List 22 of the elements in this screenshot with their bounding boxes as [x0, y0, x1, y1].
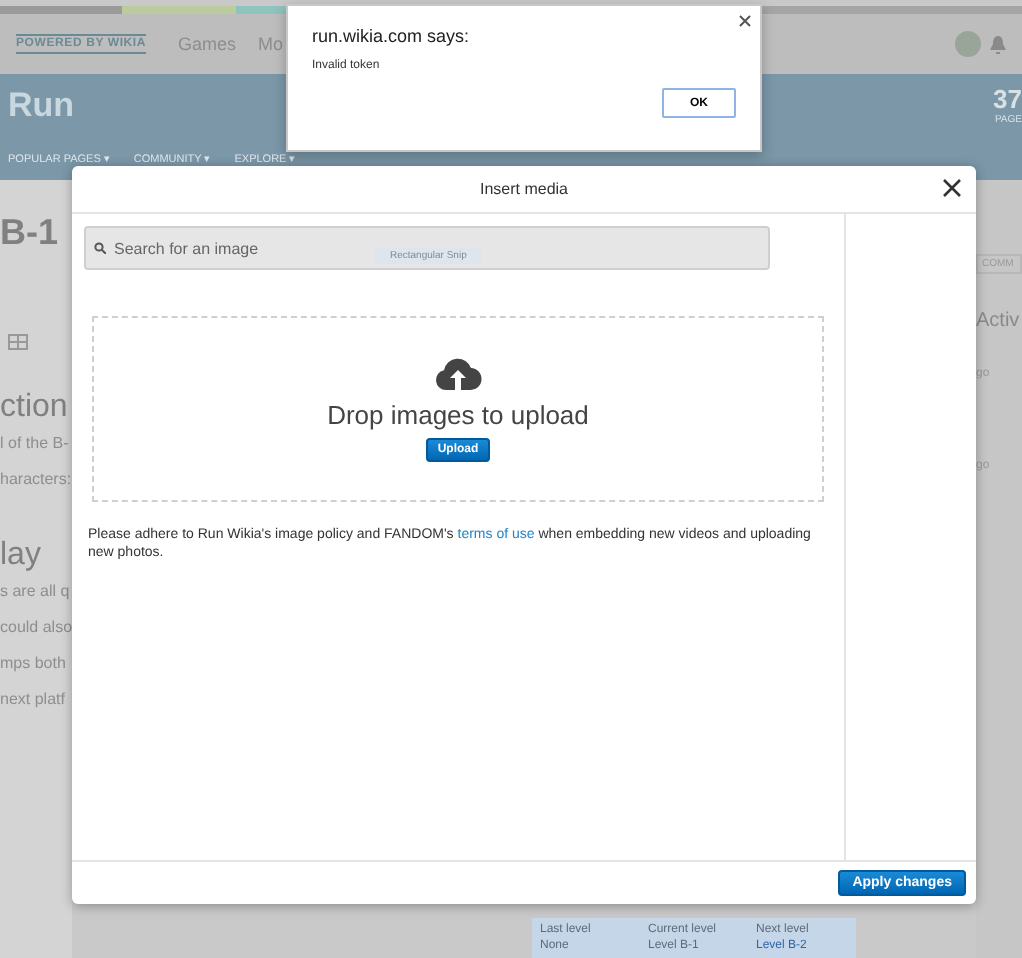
- alert-title: run.wikia.com says:: [312, 26, 472, 46]
- search-icon: [94, 242, 106, 254]
- article-text: could also: [0, 618, 72, 636]
- drop-text: Drop images to upload: [327, 400, 589, 430]
- article-text: mps both: [0, 654, 68, 672]
- article-text: l of the B-: [0, 434, 71, 452]
- close-button[interactable]: [738, 14, 752, 28]
- avatar-icon[interactable]: [954, 30, 982, 58]
- cloud-upload-icon: [434, 356, 482, 392]
- rail-heading: Activ: [976, 310, 1022, 332]
- page-count: 37: [993, 86, 1022, 114]
- article-text: haracters:: [0, 470, 72, 488]
- article-text: next platf: [0, 690, 67, 708]
- bell-icon[interactable]: [990, 35, 1006, 53]
- article-heading: lay: [0, 538, 43, 574]
- article-heading: B-1: [0, 212, 61, 254]
- table-icon[interactable]: [8, 334, 28, 350]
- modal-title: Insert media: [479, 180, 569, 198]
- close-button[interactable]: [940, 176, 964, 200]
- article-heading: ction: [0, 390, 70, 426]
- article-text: s are all q: [0, 582, 72, 600]
- wiki-title[interactable]: Run: [8, 86, 75, 126]
